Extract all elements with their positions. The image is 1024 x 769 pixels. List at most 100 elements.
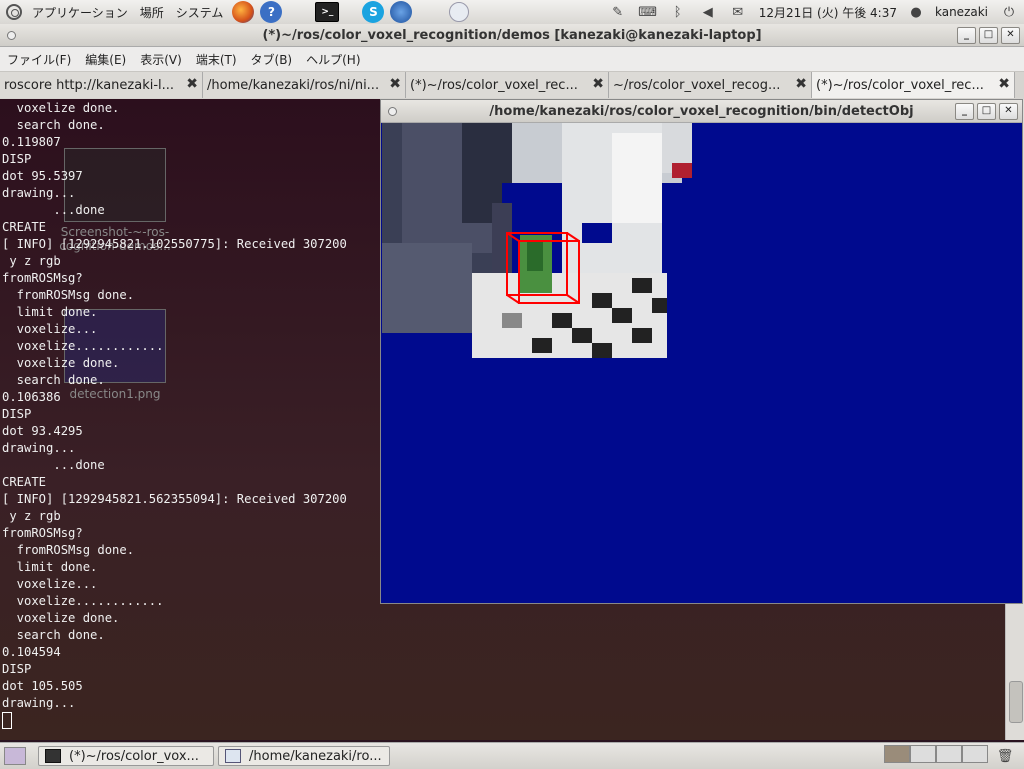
- menu-file[interactable]: ファイル(F): [0, 51, 78, 68]
- chat-status-icon[interactable]: ●: [905, 1, 927, 23]
- tab-ni[interactable]: /home/kanezaki/ros/ni/ni... ✖: [203, 72, 406, 98]
- terminal-line: ...done: [2, 458, 105, 472]
- workspace-3[interactable]: [936, 745, 962, 763]
- window-menu-icon[interactable]: [7, 31, 16, 40]
- terminal-line: dot 93.4295: [2, 424, 83, 438]
- terminal-line: limit done.: [2, 560, 98, 574]
- terminal-line: search done.: [2, 373, 105, 387]
- terminal-line: 0.119807: [2, 135, 61, 149]
- maximize-button[interactable]: □: [979, 27, 998, 44]
- tab-color-voxel-2[interactable]: ~/ros/color_voxel_recog... ✖: [609, 72, 812, 98]
- clock[interactable]: 12月21日 (火) 午後 4:37: [753, 0, 903, 24]
- firefox-icon[interactable]: [232, 1, 255, 23]
- terminal-icon[interactable]: >_: [315, 2, 340, 22]
- tab-label: (*)~/ros/color_voxel_rec...: [410, 77, 578, 93]
- minimize-button[interactable]: _: [955, 103, 974, 120]
- terminal-line: DISP: [2, 407, 32, 421]
- places-menu[interactable]: 場所: [134, 0, 170, 24]
- terminal-titlebar[interactable]: (*)~/ros/color_voxel_recognition/demos […: [0, 24, 1024, 47]
- terminal-line: fromROSMsg done.: [2, 288, 135, 302]
- terminal-line: DISP: [2, 152, 32, 166]
- window-icon: [225, 749, 241, 763]
- terminal-line: [ INFO] [1292945821.562355094]: Received…: [2, 492, 347, 506]
- skype-icon[interactable]: S: [362, 1, 385, 23]
- tab-close-icon[interactable]: ✖: [592, 76, 604, 92]
- detectobj-window[interactable]: /home/kanezaki/ros/color_voxel_recogniti…: [380, 99, 1023, 604]
- terminal-line: CREATE: [2, 220, 47, 234]
- terminal-line: 0.104594: [2, 645, 61, 659]
- ubuntu-logo-icon[interactable]: [6, 4, 22, 20]
- taskbar-label: /home/kanezaki/ro...: [249, 748, 382, 764]
- workspace-1[interactable]: [884, 745, 910, 763]
- thunderbird-icon[interactable]: [390, 1, 413, 23]
- minimize-button[interactable]: _: [957, 27, 976, 44]
- mail-icon[interactable]: ✉: [727, 1, 749, 23]
- tab-bar: roscore http://kanezaki-l... ✖ /home/kan…: [0, 72, 1024, 100]
- menu-terminal[interactable]: 端末(T): [189, 51, 244, 68]
- trash-icon[interactable]: 🗑: [994, 745, 1016, 767]
- volume-icon[interactable]: ◀: [697, 1, 719, 23]
- tab-close-icon[interactable]: ✖: [998, 76, 1010, 92]
- tab-close-icon[interactable]: ✖: [186, 76, 198, 92]
- voxel-render: [382, 123, 1022, 603]
- username[interactable]: kanezaki: [929, 0, 994, 24]
- power-icon[interactable]: ⏻: [998, 1, 1020, 23]
- applications-menu[interactable]: アプリケーション: [26, 0, 134, 24]
- terminal-line: voxelize............: [2, 594, 164, 608]
- terminal-line: dot 95.5397: [2, 169, 83, 183]
- terminal-line: DISP: [2, 662, 32, 676]
- top-panel: アプリケーション 場所 システム ? >_ S ✎ ⌨ ᛒ ◀ ✉ 12月21日…: [0, 0, 1024, 25]
- terminal-line: search done.: [2, 628, 105, 642]
- terminal-line: CREATE: [2, 475, 47, 489]
- terminal-line: voxelize done.: [2, 611, 120, 625]
- bottom-panel: (*)~/ros/color_vox... /home/kanezaki/ro.…: [0, 742, 1024, 769]
- terminal-line: voxelize...: [2, 322, 98, 336]
- terminal-line: limit done.: [2, 305, 98, 319]
- terminal-icon: [45, 749, 61, 763]
- menu-view[interactable]: 表示(V): [133, 51, 189, 68]
- terminal-cursor: [2, 712, 12, 729]
- tab-label: ~/ros/color_voxel_recog...: [613, 77, 781, 93]
- system-menu[interactable]: システム: [170, 0, 230, 24]
- tab-close-icon[interactable]: ✖: [389, 76, 401, 92]
- tab-close-icon[interactable]: ✖: [795, 76, 807, 92]
- close-button[interactable]: ✕: [1001, 27, 1020, 44]
- tab-label: /home/kanezaki/ros/ni/ni...: [207, 77, 380, 93]
- keyboard-icon[interactable]: ⌨: [637, 1, 659, 23]
- scrollbar-thumb[interactable]: [1009, 681, 1023, 723]
- show-desktop-icon[interactable]: [4, 747, 26, 765]
- detection-view[interactable]: [382, 123, 1022, 603]
- maximize-button[interactable]: □: [977, 103, 996, 120]
- terminal-line: drawing...: [2, 696, 76, 710]
- terminal-line: search done.: [2, 118, 105, 132]
- terminal-text: voxelize done. search done. 0.119807 DISP d…: [2, 100, 347, 731]
- tab-roscore[interactable]: roscore http://kanezaki-l... ✖: [0, 72, 203, 98]
- terminal-line: y z rgb: [2, 509, 61, 523]
- menu-edit[interactable]: 編集(E): [78, 51, 133, 68]
- terminal-line: voxelize done.: [2, 101, 120, 115]
- taskbar-item-terminal[interactable]: (*)~/ros/color_vox...: [38, 746, 214, 766]
- detectobj-titlebar[interactable]: /home/kanezaki/ros/color_voxel_recogniti…: [381, 100, 1022, 123]
- window-menu-icon[interactable]: [388, 107, 397, 116]
- workspace-2[interactable]: [910, 745, 936, 763]
- bluetooth-icon[interactable]: ᛒ: [667, 1, 689, 23]
- taskbar-item-detectobj[interactable]: /home/kanezaki/ro...: [218, 746, 390, 766]
- terminal-line: dot 105.505: [2, 679, 83, 693]
- workspace-4[interactable]: [962, 745, 988, 763]
- close-button[interactable]: ✕: [999, 103, 1018, 120]
- terminal-line: voxelize............: [2, 339, 164, 353]
- network-globe-icon[interactable]: [449, 2, 470, 22]
- menu-bar: ファイル(F) 編集(E) 表示(V) 端末(T) タブ(B) ヘルプ(H): [0, 47, 1024, 72]
- terminal-line: fromROSMsg?: [2, 271, 83, 285]
- network-icon[interactable]: ✎: [607, 1, 629, 23]
- terminal-line: [ INFO] [1292945821.102550775]: Received…: [2, 237, 347, 251]
- tab-color-voxel-1[interactable]: (*)~/ros/color_voxel_rec... ✖: [406, 72, 609, 98]
- detectobj-title: /home/kanezaki/ros/color_voxel_recogniti…: [489, 103, 914, 119]
- menu-help[interactable]: ヘルプ(H): [299, 51, 367, 68]
- terminal-title: (*)~/ros/color_voxel_recognition/demos […: [262, 27, 762, 43]
- help-icon[interactable]: ?: [260, 1, 283, 23]
- tab-color-voxel-active[interactable]: (*)~/ros/color_voxel_rec... ✖: [812, 72, 1015, 98]
- tab-label: roscore http://kanezaki-l...: [4, 77, 175, 93]
- menu-tabs[interactable]: タブ(B): [244, 51, 300, 68]
- terminal-line: drawing...: [2, 186, 76, 200]
